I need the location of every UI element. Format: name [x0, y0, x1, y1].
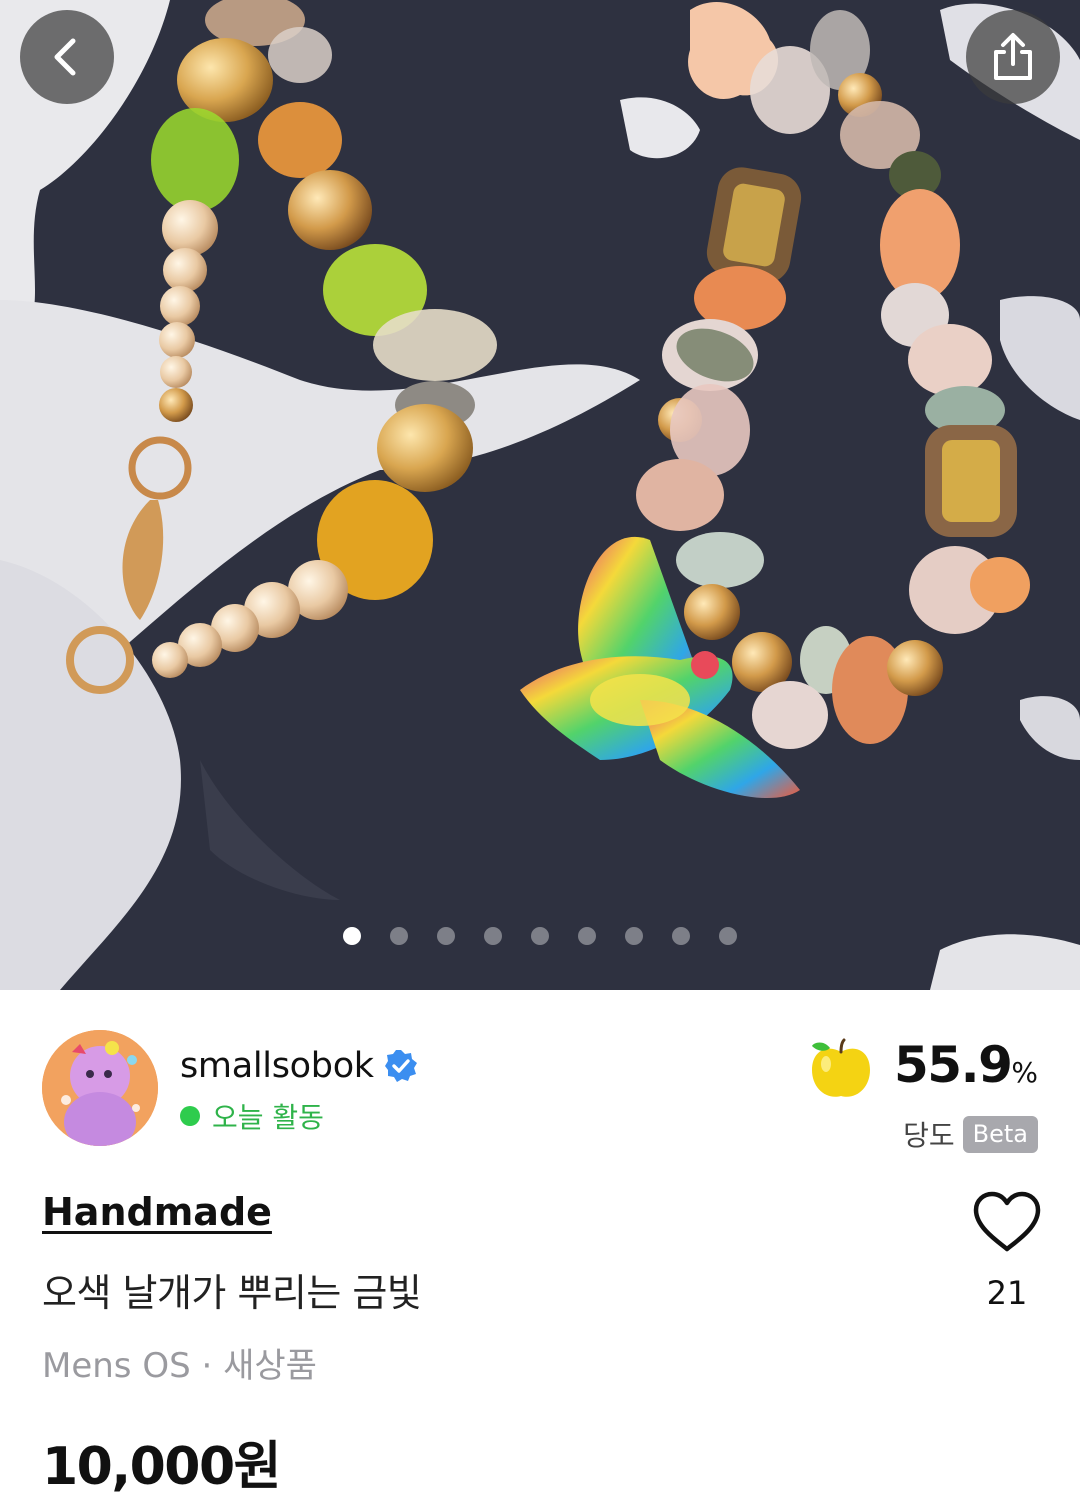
- gallery-dot[interactable]: [343, 927, 361, 945]
- avatar-illustration: [42, 1030, 158, 1146]
- activity-label: 오늘 활동: [212, 1101, 324, 1134]
- heart-icon: [973, 1191, 1041, 1252]
- score-label: 당도: [903, 1119, 955, 1152]
- verified-badge-icon: [384, 1050, 417, 1082]
- gallery-dot[interactable]: [625, 927, 643, 945]
- score-label-row: 당도 Beta: [903, 1114, 1038, 1154]
- score-unit: %: [1011, 1056, 1038, 1089]
- score-number: 55.9: [894, 1036, 1013, 1094]
- product-meta: Mens OS · 새상품: [42, 1346, 317, 1386]
- back-button[interactable]: [20, 10, 114, 104]
- like-button[interactable]: [972, 1190, 1042, 1254]
- gallery-dot[interactable]: [531, 927, 549, 945]
- share-button[interactable]: [966, 10, 1060, 104]
- gallery-dot[interactable]: [719, 927, 737, 945]
- seller-sweetness-score[interactable]: 55.9% 당도 Beta: [808, 1036, 1038, 1153]
- share-icon: [994, 33, 1032, 80]
- gallery-dot[interactable]: [672, 927, 690, 945]
- seller-row: smallsobok 오늘 활동 55.9% 당도 Beta: [0, 1022, 1080, 1153]
- product-image-gallery[interactable]: [0, 0, 1080, 990]
- gallery-dot[interactable]: [484, 927, 502, 945]
- seller-name: smallsobok: [180, 1046, 374, 1086]
- score-value: 55.9%: [894, 1036, 1038, 1094]
- seller-name-link[interactable]: smallsobok: [180, 1046, 418, 1086]
- product-price: 10,000원: [42, 1437, 282, 1497]
- like-count: 21: [986, 1274, 1028, 1312]
- apple-icon: [812, 1038, 870, 1097]
- gallery-page-indicator: [0, 924, 1080, 948]
- product-photo: [0, 0, 1080, 990]
- beta-badge: Beta: [962, 1115, 1038, 1153]
- gallery-dot[interactable]: [437, 927, 455, 945]
- gallery-dot[interactable]: [578, 927, 596, 945]
- seller-avatar[interactable]: [42, 1030, 158, 1146]
- seller-activity-status: 오늘 활동: [180, 1096, 324, 1136]
- gallery-dot[interactable]: [390, 927, 408, 945]
- online-status-dot: [180, 1106, 200, 1126]
- chevron-left-icon: [54, 38, 76, 76]
- brand-link[interactable]: Handmade: [42, 1190, 272, 1234]
- product-title: 오색 날개가 뿌리는 금빛: [42, 1271, 422, 1315]
